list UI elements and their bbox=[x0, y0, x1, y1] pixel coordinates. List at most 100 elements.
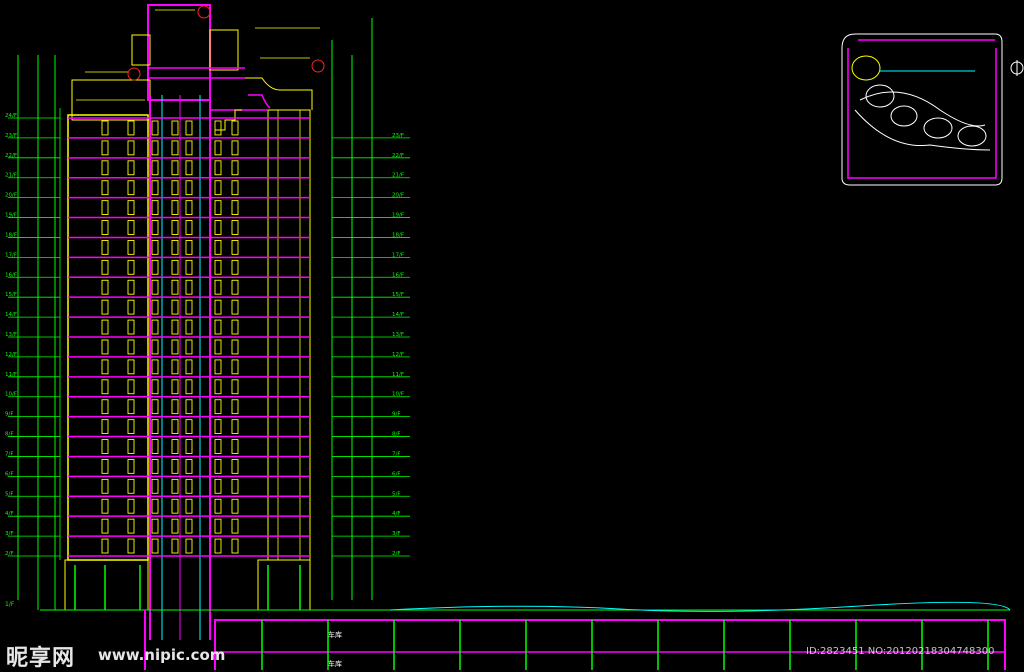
window bbox=[171, 359, 179, 375]
window bbox=[171, 478, 179, 494]
window bbox=[171, 299, 179, 315]
window bbox=[214, 120, 222, 136]
window bbox=[101, 339, 109, 355]
window bbox=[214, 180, 222, 196]
window bbox=[171, 538, 179, 554]
left-floor-label: 23/F bbox=[5, 133, 17, 139]
window bbox=[231, 459, 239, 474]
window bbox=[214, 399, 222, 415]
left-floor-label: 10/F bbox=[5, 392, 17, 398]
window bbox=[185, 459, 193, 474]
left-floor-label: 17/F bbox=[5, 252, 17, 258]
window bbox=[101, 160, 109, 176]
window bbox=[171, 399, 179, 415]
window bbox=[151, 180, 159, 196]
window bbox=[231, 319, 239, 335]
window bbox=[214, 160, 222, 176]
left-floor-label: 14/F bbox=[5, 312, 17, 318]
window bbox=[101, 220, 109, 235]
window bbox=[101, 518, 109, 534]
window bbox=[127, 200, 135, 215]
window bbox=[231, 439, 239, 454]
left-floor-label: 9/F bbox=[5, 412, 14, 418]
left-floor-label: 24/F bbox=[5, 113, 17, 119]
window bbox=[151, 339, 159, 355]
window bbox=[185, 140, 193, 156]
window bbox=[214, 419, 222, 434]
right-floor-label: 6/F bbox=[392, 471, 401, 477]
window bbox=[127, 478, 135, 494]
window bbox=[185, 259, 193, 275]
window bbox=[214, 279, 222, 295]
right-floor-label: 5/F bbox=[392, 491, 401, 497]
window bbox=[151, 399, 159, 415]
window bbox=[214, 220, 222, 235]
window bbox=[127, 379, 135, 395]
window bbox=[127, 439, 135, 454]
ground-floor-label: 1/F bbox=[5, 601, 15, 608]
window bbox=[151, 220, 159, 235]
window bbox=[151, 379, 159, 395]
window bbox=[101, 399, 109, 415]
window bbox=[231, 538, 239, 554]
window bbox=[127, 538, 135, 554]
window bbox=[101, 200, 109, 215]
window bbox=[151, 439, 159, 454]
window bbox=[101, 259, 109, 275]
right-floor-label: 22/F bbox=[392, 153, 404, 159]
left-dimension-ruler: 24/F 23/F 22/F 21/F 20/F 19/F 18/F 17/F 16/F 15/F… bbox=[5, 55, 61, 610]
window bbox=[151, 419, 159, 434]
window bbox=[185, 299, 193, 315]
window bbox=[151, 140, 159, 156]
window bbox=[101, 379, 109, 395]
window bbox=[101, 478, 109, 494]
window bbox=[127, 518, 135, 534]
window bbox=[214, 140, 222, 156]
right-floor-label: 23/F bbox=[392, 133, 404, 139]
window bbox=[101, 279, 109, 295]
window bbox=[151, 359, 159, 375]
window bbox=[185, 180, 193, 196]
window bbox=[127, 399, 135, 415]
window bbox=[231, 299, 239, 315]
window bbox=[101, 319, 109, 335]
window bbox=[151, 299, 159, 315]
window bbox=[214, 459, 222, 474]
window bbox=[101, 439, 109, 454]
window bbox=[151, 498, 159, 514]
window bbox=[127, 498, 135, 514]
site-plan-inset-icon bbox=[841, 33, 1024, 186]
window bbox=[171, 498, 179, 514]
window bbox=[101, 240, 109, 255]
window bbox=[214, 379, 222, 395]
right-floor-label: 4/F bbox=[392, 511, 401, 517]
window bbox=[127, 259, 135, 275]
window bbox=[171, 200, 179, 215]
window bbox=[171, 259, 179, 275]
left-floor-label: 3/F bbox=[5, 531, 14, 537]
window bbox=[151, 518, 159, 534]
ground-line bbox=[40, 601, 1011, 612]
window bbox=[214, 259, 222, 275]
window bbox=[185, 279, 193, 295]
window bbox=[171, 140, 179, 156]
window bbox=[231, 399, 239, 415]
window bbox=[127, 359, 135, 375]
window bbox=[171, 180, 179, 196]
left-floor-label: 7/F bbox=[5, 451, 14, 457]
window bbox=[231, 419, 239, 434]
left-floor-label: 4/F bbox=[5, 511, 14, 517]
right-floor-label: 15/F bbox=[392, 292, 404, 298]
window bbox=[214, 478, 222, 494]
window bbox=[171, 439, 179, 454]
window bbox=[214, 299, 222, 315]
right-floor-label: 18/F bbox=[392, 232, 404, 238]
window bbox=[214, 240, 222, 255]
right-floor-label: 12/F bbox=[392, 352, 404, 358]
window bbox=[231, 220, 239, 235]
right-floor-label: 20/F bbox=[392, 193, 404, 199]
window bbox=[231, 259, 239, 275]
garage-label-1: 车库 bbox=[328, 630, 342, 639]
left-floor-label: 6/F bbox=[5, 471, 14, 477]
right-floor-label: 8/F bbox=[392, 432, 401, 438]
